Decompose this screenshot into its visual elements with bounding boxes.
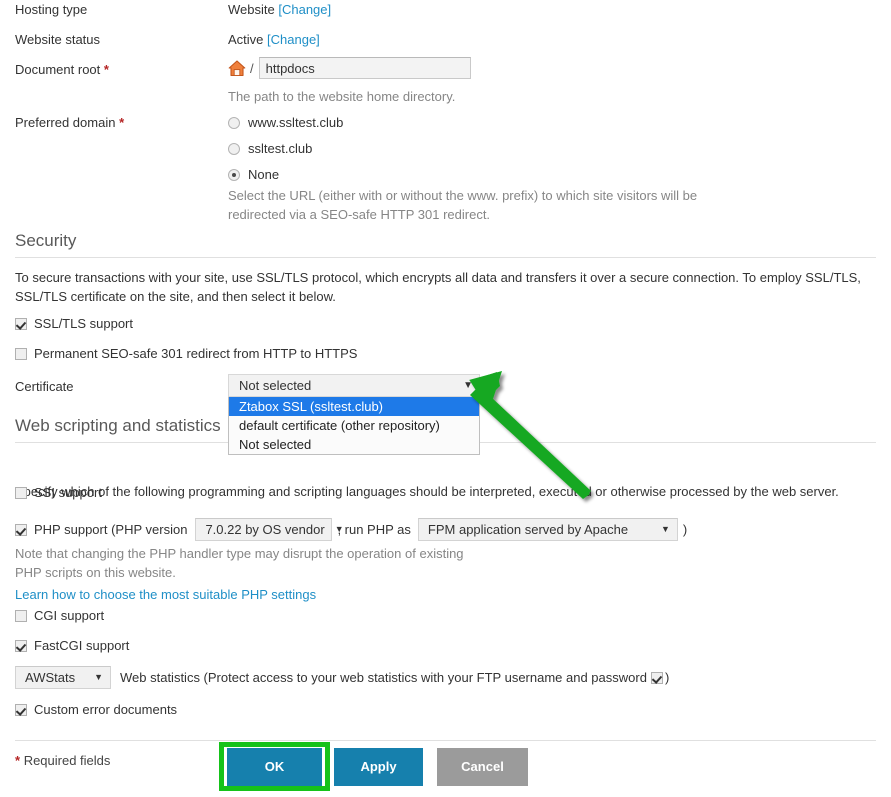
home-icon	[228, 60, 246, 77]
website-status-label: Website status	[15, 32, 100, 47]
ssi-support-row[interactable]: SSI support	[15, 485, 102, 500]
ok-button[interactable]: OK	[227, 748, 322, 786]
preferred-domain-option-label: ssltest.club	[248, 141, 312, 156]
website-status-change-link[interactable]: [Change]	[267, 32, 320, 47]
checkbox-icon-checked[interactable]	[15, 318, 27, 330]
php-support-suffix: )	[683, 522, 687, 537]
radio-icon[interactable]	[228, 143, 240, 155]
certificate-option-ztabox[interactable]: Ztabox SSL (ssltest.club)	[229, 397, 479, 416]
required-fields-note: * Required fields	[15, 753, 110, 768]
php-note-line1: Note that changing the PHP handler type …	[15, 544, 880, 563]
certificate-option-default[interactable]: default certificate (other repository)	[229, 416, 479, 435]
certificate-label: Certificate	[15, 379, 74, 394]
checkbox-icon-checked[interactable]	[15, 524, 27, 536]
php-note-line2: PHP scripts on this website.	[15, 563, 880, 582]
chevron-down-icon[interactable]: ▼	[661, 525, 670, 534]
hosting-type-value: Website	[228, 2, 275, 17]
document-root-hint: The path to the website home directory.	[228, 89, 455, 104]
required-marker: *	[119, 115, 124, 130]
preferred-domain-option-none[interactable]: None	[228, 167, 279, 182]
hosting-settings-page: Hosting type Website [Change] Website st…	[0, 0, 891, 797]
hosting-type-label: Hosting type	[15, 2, 87, 17]
cancel-button[interactable]: Cancel	[437, 748, 528, 786]
hosting-type-value-group: Website [Change]	[228, 2, 331, 17]
ssi-support-label: SSI support	[34, 485, 102, 500]
custom-error-documents-label: Custom error documents	[34, 702, 177, 717]
web-statistics-protect-checkbox[interactable]	[651, 672, 663, 684]
document-root-input[interactable]	[259, 57, 471, 79]
web-statistics-engine-value: AWStats	[25, 670, 75, 685]
web-statistics-engine-select[interactable]: AWStats ▼	[15, 666, 111, 689]
web-statistics-label: Web statistics (Protect access to your w…	[120, 670, 647, 685]
php-handler-value: FPM application served by Apache	[428, 522, 628, 537]
required-marker: *	[15, 753, 20, 768]
ssl-tls-support-row[interactable]: SSL/TLS support	[15, 316, 133, 331]
apply-button[interactable]: Apply	[334, 748, 423, 786]
website-status-value-group: Active [Change]	[228, 32, 320, 47]
php-support-row: PHP support (PHP version 7.0.22 by OS ve…	[15, 518, 687, 541]
security-description-line1: To secure transactions with your site, u…	[15, 268, 880, 287]
php-support-label: PHP support (PHP version	[34, 522, 187, 537]
hosting-type-change-link[interactable]: [Change]	[278, 2, 331, 17]
security-description-line2: SSL/TLS certificate on the site, and the…	[15, 287, 880, 306]
document-root-field-group: /	[228, 57, 471, 79]
path-separator: /	[250, 61, 254, 76]
seo-redirect-label: Permanent SEO-safe 301 redirect from HTT…	[34, 346, 357, 361]
scripting-description: Specify which of the following programmi…	[15, 482, 880, 501]
seo-redirect-row[interactable]: Permanent SEO-safe 301 redirect from HTT…	[15, 346, 357, 361]
php-settings-help-link-wrap: Learn how to choose the most suitable PH…	[15, 585, 880, 604]
required-fields-text: Required fields	[24, 753, 111, 768]
custom-error-documents-row[interactable]: Custom error documents	[15, 702, 177, 717]
required-marker: *	[104, 62, 109, 77]
preferred-domain-hint-line2: redirected via a SEO-safe HTTP 301 redir…	[228, 207, 490, 222]
checkbox-icon-checked[interactable]	[15, 704, 27, 716]
fastcgi-support-row[interactable]: FastCGI support	[15, 638, 129, 653]
chevron-down-icon[interactable]: ▼	[463, 380, 473, 391]
web-statistics-suffix: )	[665, 670, 669, 685]
certificate-dropdown-list[interactable]: Ztabox SSL (ssltest.club) default certif…	[228, 397, 480, 455]
php-handler-select[interactable]: FPM application served by Apache ▼	[418, 518, 678, 541]
checkbox-icon-checked[interactable]	[15, 640, 27, 652]
php-run-as-label: , run PHP as	[337, 522, 410, 537]
fastcgi-support-label: FastCGI support	[34, 638, 129, 653]
preferred-domain-option-label: None	[248, 167, 279, 182]
ssl-tls-support-label: SSL/TLS support	[34, 316, 133, 331]
checkbox-icon[interactable]	[15, 487, 27, 499]
checkbox-icon[interactable]	[15, 348, 27, 360]
certificate-selected-value: Not selected	[239, 378, 311, 393]
cgi-support-row[interactable]: CGI support	[15, 608, 104, 623]
section-divider	[15, 257, 876, 258]
preferred-domain-hint-line1: Select the URL (either with or without t…	[228, 188, 697, 203]
php-settings-help-link[interactable]: Learn how to choose the most suitable PH…	[15, 587, 316, 602]
php-version-select[interactable]: 7.0.22 by OS vendor ▼	[195, 518, 332, 541]
preferred-domain-label: Preferred domain *	[15, 115, 124, 130]
document-root-label: Document root *	[15, 62, 109, 77]
security-section-title: Security	[15, 231, 876, 257]
radio-icon-selected[interactable]	[228, 169, 240, 181]
web-statistics-row: AWStats ▼ Web statistics (Protect access…	[15, 666, 669, 689]
preferred-domain-option-label: www.ssltest.club	[248, 115, 343, 130]
website-status-value: Active	[228, 32, 263, 47]
preferred-domain-option-www[interactable]: www.ssltest.club	[228, 115, 343, 130]
radio-icon[interactable]	[228, 117, 240, 129]
php-version-value: 7.0.22 by OS vendor	[205, 522, 324, 537]
checkbox-icon[interactable]	[15, 610, 27, 622]
preferred-domain-option-bare[interactable]: ssltest.club	[228, 141, 312, 156]
certificate-option-not-selected[interactable]: Not selected	[229, 435, 479, 454]
footer-divider	[15, 740, 876, 741]
security-section-header: Security	[15, 231, 876, 258]
cgi-support-label: CGI support	[34, 608, 104, 623]
chevron-down-icon[interactable]: ▼	[94, 673, 103, 682]
certificate-select[interactable]: Not selected ▼	[228, 374, 480, 397]
